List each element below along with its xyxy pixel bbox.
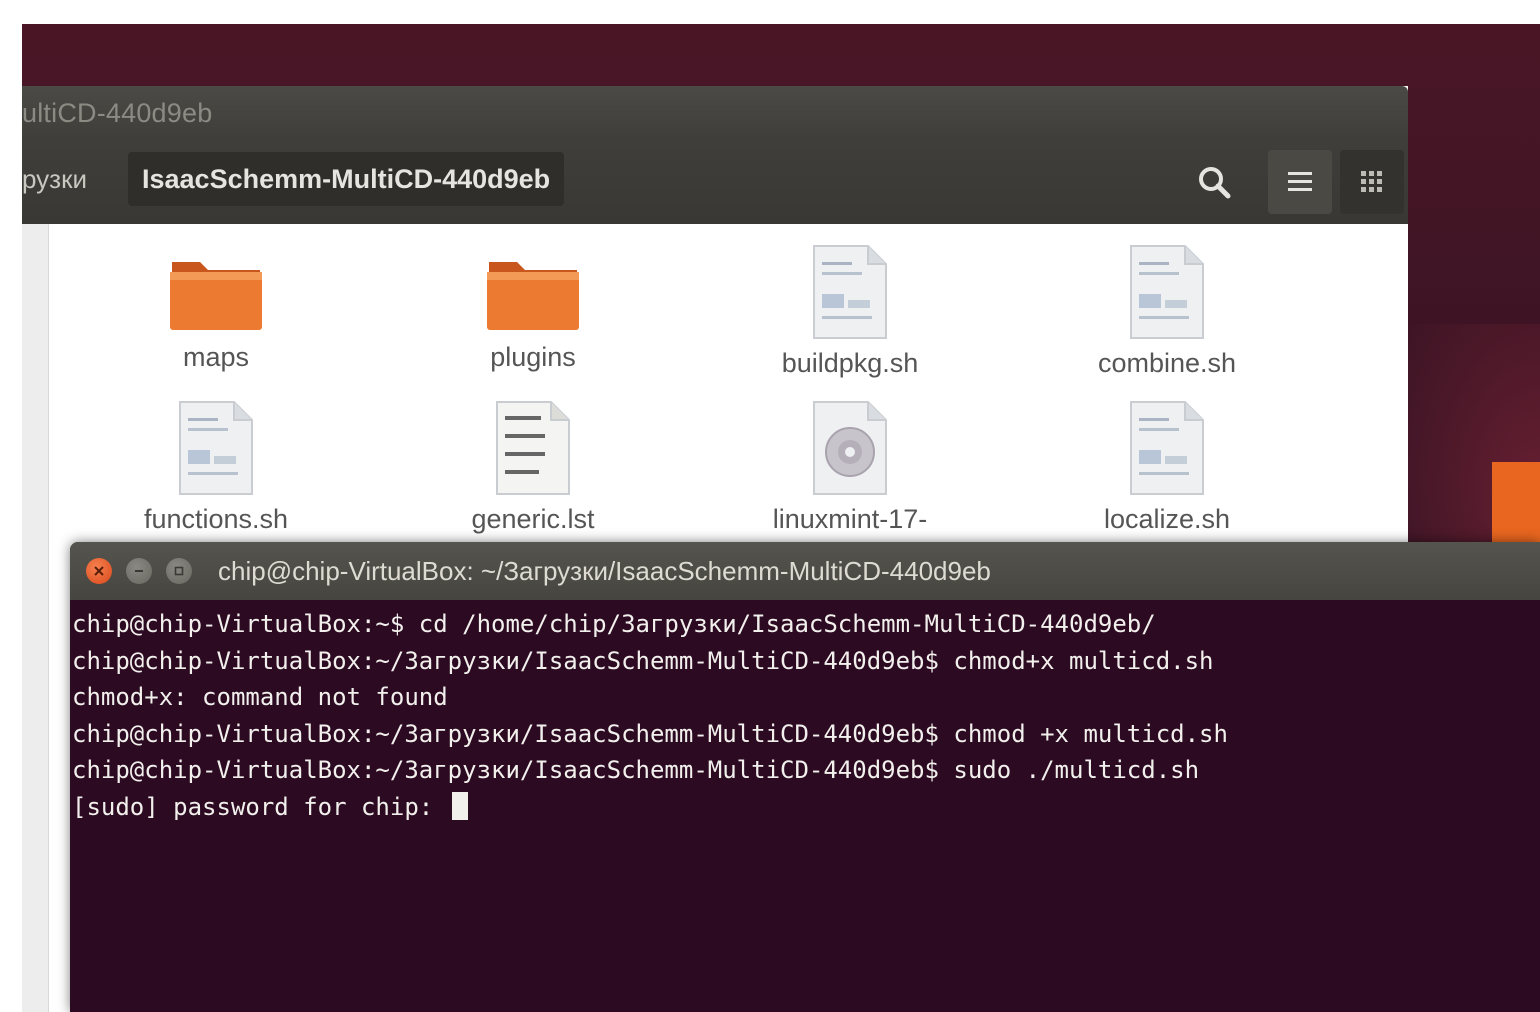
terminal-title: chip@chip-VirtualBox: ~/Загрузки/IsaacSc… [218,556,991,586]
search-button[interactable] [1182,150,1246,214]
file-item-generic[interactable]: generic.lst [403,400,663,535]
file-name: localize.sh [1103,504,1231,534]
terminal-line: chip@chip-VirtualBox:~$ cd /home/chip/За… [72,610,1156,638]
file-name: functions.sh [143,504,289,534]
terminal-prompt-line: [sudo] password for chip: [72,789,1540,826]
grid-view-icon [1361,171,1382,192]
breadcrumb-parent[interactable]: рузки [22,164,87,195]
grid-view-button[interactable] [1340,150,1404,214]
desktop: ultiCD-440d9eb рузки IsaacSchemm-MultiCD… [22,24,1540,1012]
file-item-localize[interactable]: localize.sh [1037,400,1297,535]
file-item-plugins[interactable]: plugins [403,254,663,373]
script-file-icon [1130,245,1204,339]
terminal-line: chip@chip-VirtualBox:~/Загрузки/IsaacSch… [72,719,1228,748]
file-name: combine.sh [1097,348,1237,378]
sidebar[interactable] [22,224,49,1012]
folder-icon [487,262,579,330]
terminal-line: chip@chip-VirtualBox:~/Загрузки/IsaacSch… [72,646,1214,675]
file-item-combine[interactable]: combine.sh [1037,244,1297,379]
terminal-line: chmod+x: command not found [72,683,448,712]
text-file-icon [496,401,570,495]
script-file-icon [813,245,887,339]
terminal-titlebar[interactable]: chip@chip-VirtualBox: ~/Загрузки/IsaacSc… [70,542,1540,600]
list-view-button[interactable] [1268,150,1332,214]
file-manager-toolbar: рузки IsaacSchemm-MultiCD-440d9eb [22,140,1408,224]
terminal-line: chip@chip-VirtualBox:~/Загрузки/IsaacSch… [72,756,1200,785]
file-manager-titlebar[interactable]: ultiCD-440d9eb [22,86,1408,140]
terminal-output[interactable]: chip@chip-VirtualBox:~$ cd /home/chip/За… [70,606,1540,1012]
breadcrumb-current[interactable]: IsaacSchemm-MultiCD-440d9eb [128,152,565,206]
folder-icon [170,262,262,330]
file-name: plugins [490,342,576,372]
file-name: buildpkg.sh [781,348,919,378]
text-cursor [451,791,468,820]
file-item-functions[interactable]: functions.sh [86,400,346,535]
terminal-window: chip@chip-VirtualBox: ~/Загрузки/IsaacSc… [70,542,1540,1012]
script-file-icon [1130,401,1204,495]
file-item-linuxmint[interactable]: linuxmint-17- [720,400,980,535]
file-name: generic.lst [471,504,595,534]
file-item-maps[interactable]: maps [86,254,346,373]
file-item-buildpkg[interactable]: buildpkg.sh [720,244,980,379]
password-prompt: [sudo] password for chip: [72,792,448,821]
disc-image-icon [813,401,887,495]
close-button[interactable] [86,558,112,584]
minimize-button[interactable] [126,558,152,584]
file-name: maps [182,342,250,372]
maximize-button[interactable] [166,558,192,584]
maximize-icon [174,566,184,576]
minimize-icon [135,570,143,572]
file-name: linuxmint-17- [772,504,928,534]
script-file-icon [179,401,253,495]
window-title: ultiCD-440d9eb [22,98,213,128]
search-icon [1199,167,1231,199]
close-icon [94,566,104,576]
list-view-icon [1288,172,1312,191]
